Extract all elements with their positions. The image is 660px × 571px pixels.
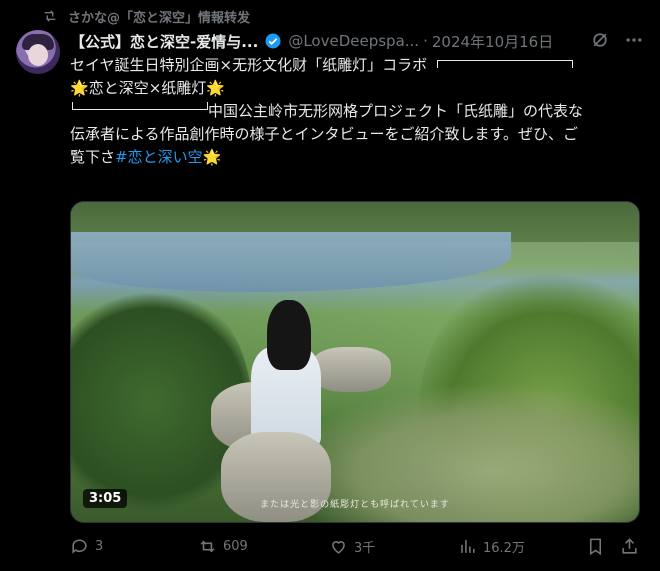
author-handle[interactable]: @LoveDeepspa...	[288, 32, 419, 50]
share-button[interactable]	[620, 537, 639, 556]
tweet-text: セイヤ誕生日特別企画×无形文化财「纸雕灯」コラボ 🌟恋と深空×纸雕灯🌟 中国公主…	[70, 54, 645, 169]
retweet-count: 609	[223, 538, 248, 554]
retweet-row: さかな@「恋と深空」情報转发	[42, 6, 250, 26]
reply-button[interactable]: 3	[70, 537, 103, 556]
video-subtitle: または光と影の紙彫灯とも呼ばれています	[260, 500, 450, 510]
retweet-label[interactable]: さかな@「恋と深空」情報转发	[68, 7, 250, 26]
tweet-line-3: 中国公主岭市无形网格プロジェクト「氏纸雕」の代表な	[70, 100, 645, 123]
tweet-header: 【公式】恋と深空-爱情与... @LoveDeepspa... · 2024年1…	[70, 30, 644, 52]
bookmark-icon	[589, 538, 602, 555]
retweet-icon	[200, 540, 215, 552]
tweet-line-1: セイヤ誕生日特別企画×无形文化财「纸雕灯」コラボ	[70, 54, 645, 77]
tweet-line-4: 伝承者による作品創作時の様子とインタビューをご紹介致します。ぜひ、ご	[70, 125, 579, 143]
heart-icon	[332, 540, 345, 554]
like-button[interactable]: 3千	[329, 537, 375, 556]
retweet-button[interactable]: 609	[198, 537, 248, 556]
share-icon	[622, 537, 637, 554]
author-name[interactable]: 【公式】恋と深空-爱情与...	[70, 31, 258, 52]
like-count: 3千	[354, 540, 376, 556]
decorative-bracket-bottom	[72, 102, 208, 110]
tweet-line-5: 覧下さ#恋と深い空🌟	[70, 148, 222, 166]
tweet-line-2: 🌟恋と深空×纸雕灯🌟	[70, 79, 225, 97]
views-button[interactable]: 16.2万	[458, 537, 525, 556]
verified-badge-icon	[265, 33, 281, 49]
bookmark-button[interactable]	[586, 537, 605, 556]
star-emoji-icon: 🌟	[206, 79, 225, 97]
more-icon[interactable]	[624, 30, 644, 50]
retweet-icon	[44, 10, 56, 22]
views-chart-icon	[461, 539, 475, 553]
grok-icon[interactable]	[590, 30, 610, 50]
star-emoji-icon: 🌟	[70, 79, 89, 97]
video-player[interactable]: または光と影の紙彫灯とも呼ばれています 3:05	[70, 201, 640, 523]
avatar[interactable]	[16, 30, 60, 74]
action-bar: 3 609 3千 16.2万	[70, 534, 644, 558]
reply-icon	[72, 538, 87, 554]
separator: ·	[423, 32, 428, 50]
hashtag-link[interactable]: #恋と深い空	[115, 148, 203, 166]
decorative-bracket-top	[437, 60, 574, 68]
tweet-date[interactable]: 2024年10月16日	[432, 31, 553, 52]
star-emoji-icon: 🌟	[202, 148, 222, 166]
video-duration: 3:05	[83, 489, 128, 508]
reply-count: 3	[95, 538, 104, 554]
view-count: 16.2万	[483, 540, 525, 556]
